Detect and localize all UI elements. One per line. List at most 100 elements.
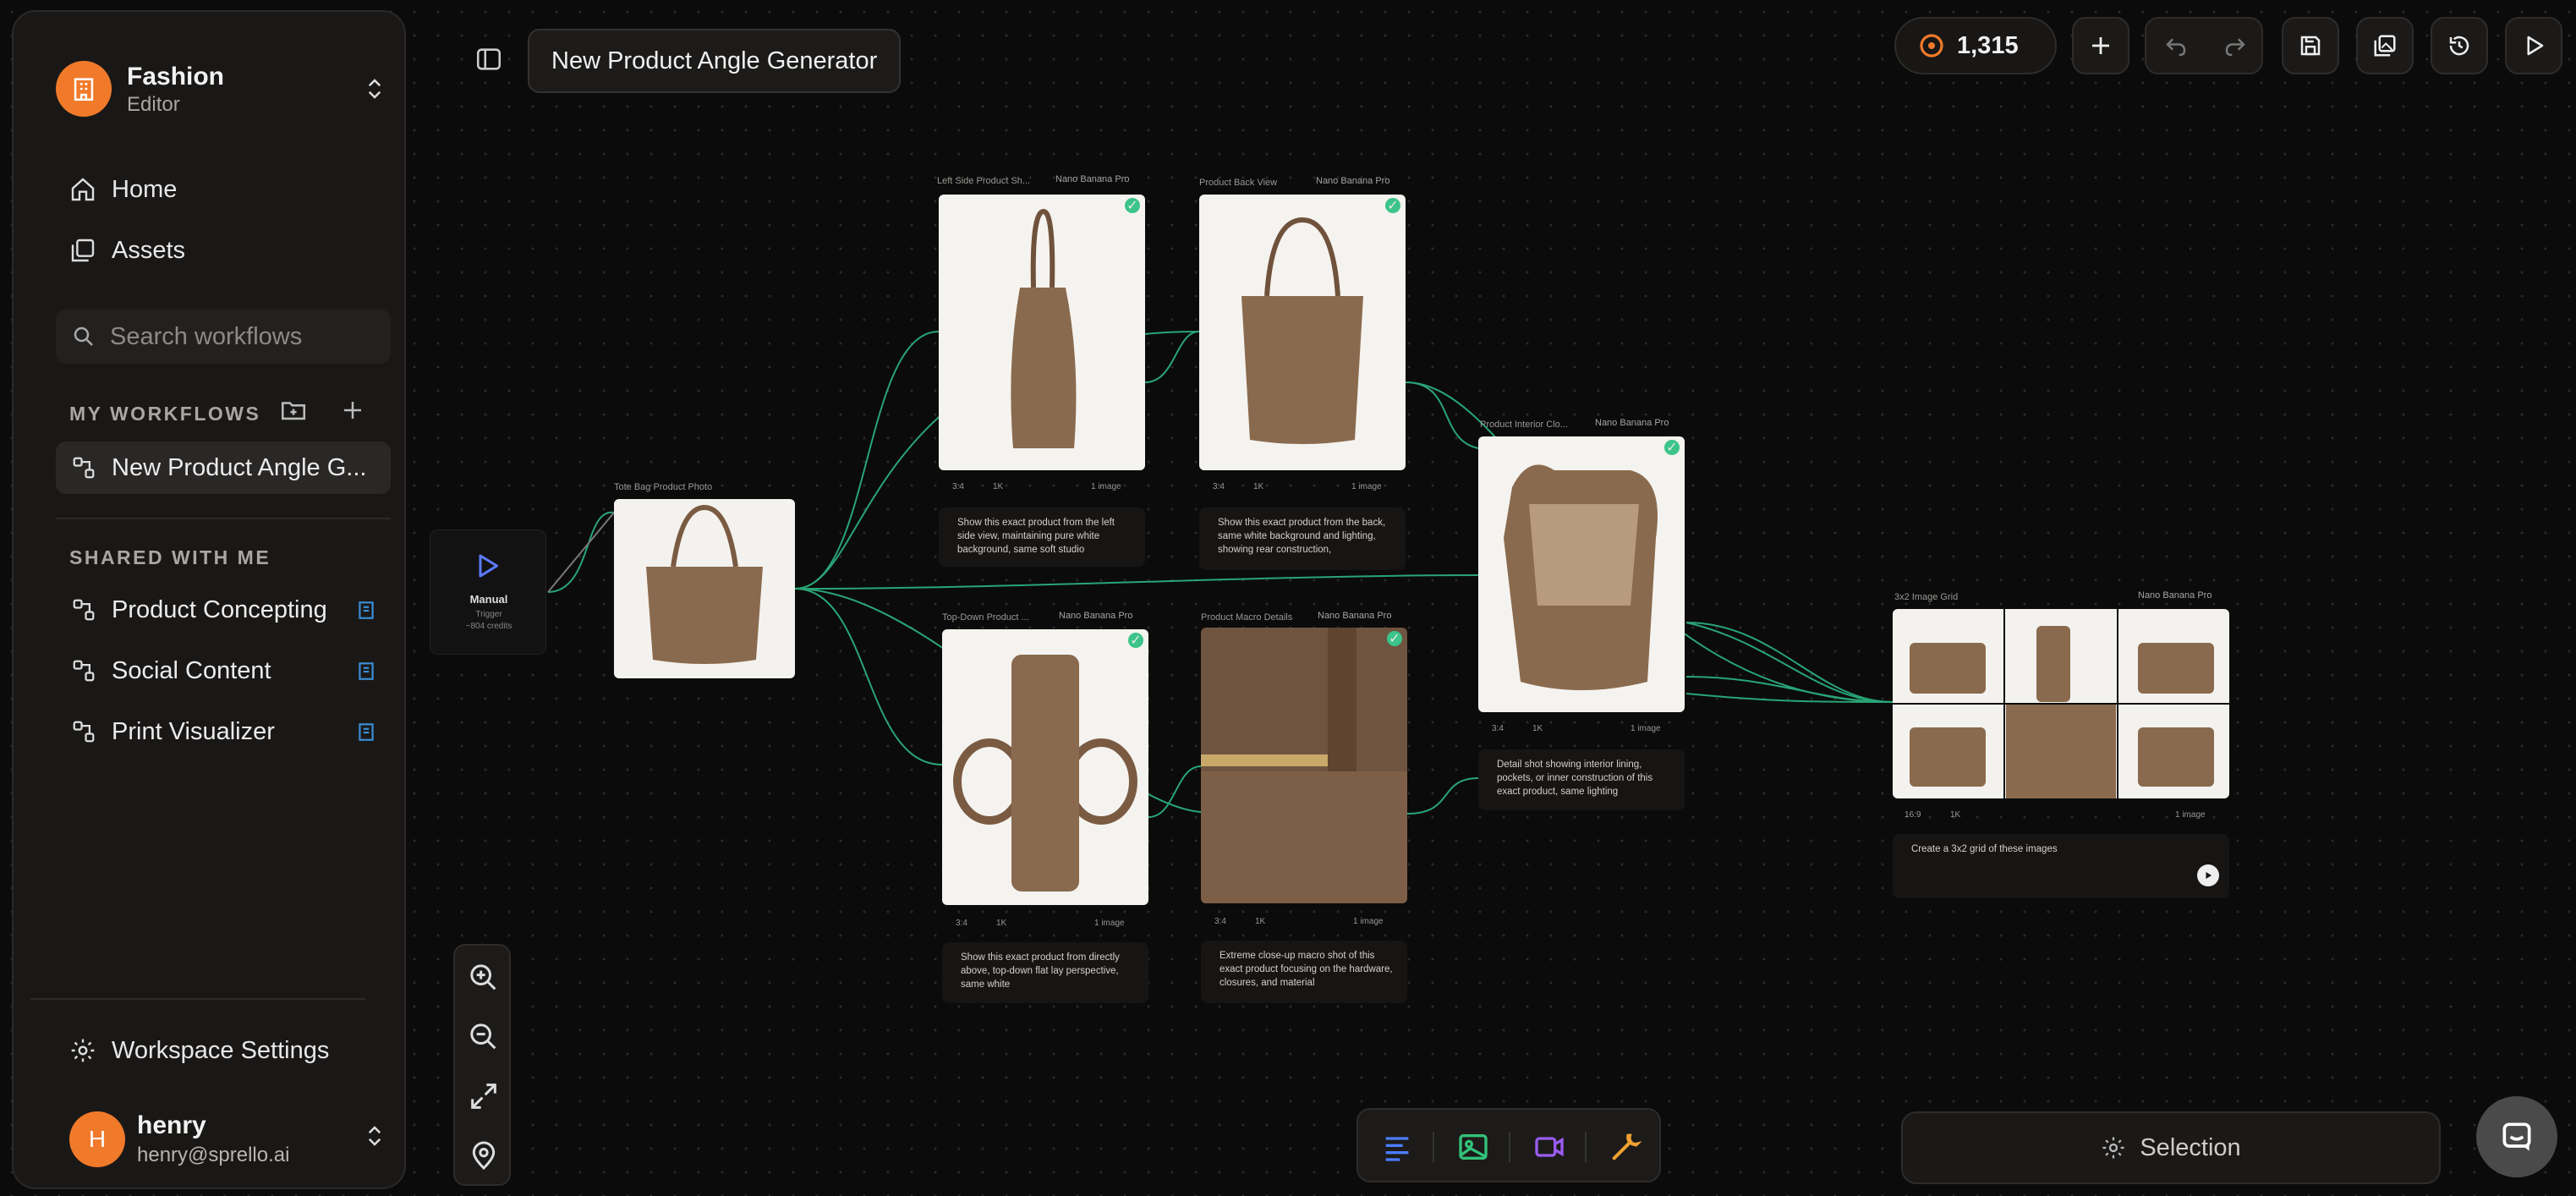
add-node-button[interactable] (2072, 17, 2129, 74)
node-macro-options[interactable]: 3:4 1K 1 image (1209, 912, 1404, 932)
resolution-select[interactable]: 1K (1532, 724, 1543, 733)
redo-icon[interactable] (2222, 34, 2248, 59)
workflow-item-active[interactable]: New Product Angle G... (56, 442, 391, 494)
node-grid-prompt[interactable]: Create a 3x2 grid of these images (1893, 834, 2229, 898)
node-top-down-options[interactable]: 3:4 1K 1 image (951, 913, 1145, 934)
fit-view-icon[interactable] (467, 1079, 501, 1113)
workflow-icon (73, 721, 95, 743)
sidebar-toggle-icon (476, 48, 501, 70)
count-select[interactable]: 1 image (1351, 482, 1382, 491)
my-workflows-heading: MY WORKFLOWS (69, 403, 261, 425)
node-interior-model[interactable]: Nano Banana Pro (1595, 418, 1669, 428)
nav-home[interactable]: Home (56, 164, 387, 215)
node-interior-image[interactable]: ✓ (1478, 436, 1685, 712)
count-select[interactable]: 1 image (1631, 724, 1661, 733)
node-grid-label: 3x2 Image Grid (1894, 592, 1959, 602)
history-button[interactable] (2431, 17, 2488, 74)
nav-assets[interactable]: Assets (56, 225, 387, 276)
wrench-icon[interactable] (1609, 1130, 1642, 1164)
node-macro-prompt[interactable]: Extreme close-up macro shot of this exac… (1201, 941, 1407, 1003)
node-interior-prompt[interactable]: Detail shot showing interior lining, poc… (1478, 749, 1685, 810)
node-top-down-model[interactable]: Nano Banana Pro (1059, 611, 1132, 621)
workspace-settings[interactable]: Workspace Settings (56, 1025, 387, 1076)
shared-workflow-item[interactable]: Social Content (56, 645, 391, 697)
gear-icon (2102, 1137, 2124, 1159)
credits-badge[interactable]: 1,315 (1894, 17, 2057, 74)
resolution-select[interactable]: 1K (1950, 810, 1960, 820)
resolution-select[interactable]: 1K (993, 482, 1003, 491)
shared-workflow-item[interactable]: Product Concepting (56, 584, 391, 636)
credits-value: 1,315 (1957, 31, 2019, 59)
toggle-sidebar-button[interactable] (467, 37, 511, 81)
resolution-select[interactable]: 1K (1255, 917, 1265, 926)
count-select[interactable]: 1 image (1094, 919, 1125, 928)
ratio-select[interactable]: 3:4 (1492, 724, 1504, 733)
workflow-item-label: Product Concepting (112, 595, 327, 623)
node-back-options[interactable]: 3:4 1K 1 image (1208, 477, 1402, 497)
text-node-icon[interactable] (1380, 1130, 1414, 1164)
ratio-select[interactable]: 3:4 (956, 919, 967, 928)
undo-icon[interactable] (2163, 34, 2189, 59)
nav-home-label: Home (112, 175, 178, 203)
node-top-down-prompt[interactable]: Show this exact product from directly ab… (942, 942, 1148, 1003)
chevron-up-down-icon (368, 79, 381, 99)
user-email: henry@sprello.ai (137, 1144, 290, 1166)
ratio-select[interactable]: 16:9 (1905, 810, 1921, 820)
search-workflows-input[interactable]: Search workflows (56, 310, 391, 364)
node-toolbar (1357, 1108, 1661, 1182)
node-grid-options[interactable]: 16:9 1K 1 image (1899, 805, 2229, 826)
node-top-down-image[interactable]: ✓ (942, 629, 1148, 905)
workspace-settings-label: Workspace Settings (112, 1036, 330, 1064)
node-left-side-prompt[interactable]: Show this exact product from the left si… (939, 507, 1145, 567)
node-grid-image[interactable] (1893, 609, 2229, 798)
ratio-select[interactable]: 3:4 (952, 482, 964, 491)
source-image[interactable] (614, 499, 795, 678)
run-node-button[interactable] (2197, 864, 2219, 886)
resolution-select[interactable]: 1K (996, 919, 1006, 928)
count-select[interactable]: 1 image (2175, 810, 2206, 820)
node-left-side-model[interactable]: Nano Banana Pro (1055, 174, 1129, 184)
video-node-icon[interactable] (1532, 1130, 1566, 1164)
divider (1433, 1132, 1434, 1162)
save-button[interactable] (2282, 17, 2339, 74)
workspace-switcher[interactable]: Fashion Editor (56, 51, 387, 127)
support-chat-button[interactable] (2476, 1096, 2557, 1177)
node-back-model[interactable]: Nano Banana Pro (1316, 176, 1389, 186)
node-macro-model[interactable]: Nano Banana Pro (1318, 611, 1391, 621)
workflow-item-label: Print Visualizer (112, 717, 275, 745)
workflow-item-label: New Product Angle G... (112, 453, 367, 481)
gallery-button[interactable] (2356, 17, 2414, 74)
image-node-icon[interactable] (1456, 1130, 1490, 1164)
manual-trigger-node[interactable]: Manual Trigger ~804 credits (430, 529, 546, 655)
node-left-side-options[interactable]: 3:4 1K 1 image (947, 477, 1142, 497)
ratio-select[interactable]: 3:4 (1213, 482, 1225, 491)
new-folder-icon[interactable] (279, 396, 308, 425)
node-macro-image[interactable]: ✓ (1201, 628, 1407, 903)
zoom-in-icon[interactable] (467, 961, 501, 995)
node-grid-model[interactable]: Nano Banana Pro (2138, 590, 2212, 601)
shared-building-icon (359, 723, 374, 741)
count-select[interactable]: 1 image (1091, 482, 1121, 491)
resolution-select[interactable]: 1K (1253, 482, 1263, 491)
trigger-sub: Trigger (475, 610, 502, 619)
node-back-image[interactable]: ✓ (1199, 195, 1406, 470)
shared-building-icon (359, 662, 374, 680)
status-check-icon: ✓ (1128, 633, 1143, 648)
count-select[interactable]: 1 image (1353, 917, 1384, 926)
user-menu[interactable]: H henry henry@sprello.ai (56, 1103, 387, 1179)
selection-panel-button[interactable]: Selection (1901, 1111, 2441, 1184)
run-workflow-button[interactable] (2505, 17, 2562, 74)
workflow-icon (73, 457, 95, 479)
node-back-prompt[interactable]: Show this exact product from the back, s… (1199, 507, 1406, 570)
trigger-credits: ~804 credits (465, 622, 512, 631)
node-interior-options[interactable]: 3:4 1K 1 image (1487, 719, 1681, 739)
zoom-out-icon[interactable] (467, 1020, 501, 1054)
node-left-side-image[interactable]: ✓ (939, 195, 1145, 470)
shared-workflow-item[interactable]: Print Visualizer (56, 705, 391, 758)
add-workflow-icon[interactable] (340, 398, 365, 423)
workflow-title[interactable]: New Product Angle Generator (528, 29, 902, 93)
history-icon (2449, 36, 2469, 56)
ratio-select[interactable]: 3:4 (1214, 917, 1226, 926)
locate-icon[interactable] (467, 1138, 501, 1172)
node-back-label: Product Back View (1199, 178, 1278, 188)
